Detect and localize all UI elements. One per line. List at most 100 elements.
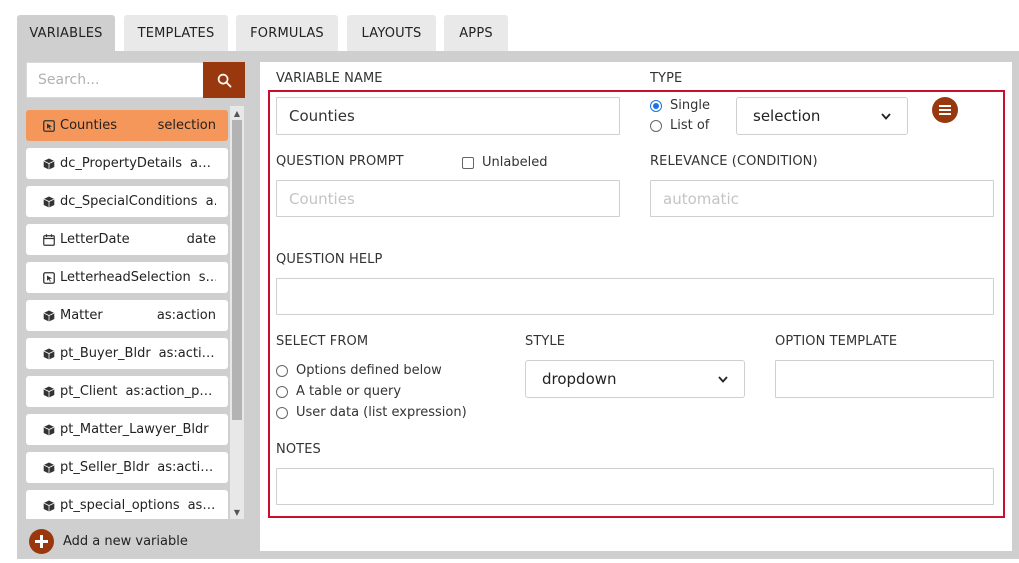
variable-list-item[interactable]: LetterheadSelection s... [26,262,228,293]
search-placeholder: Search... [38,72,100,88]
variable-type: as:... [187,498,216,513]
cube-icon [42,499,56,513]
unlabeled-label: Unlabeled [482,155,548,170]
tab-layouts[interactable]: LAYOUTS [347,15,436,52]
tab-templates[interactable]: TEMPLATES [124,15,228,52]
variable-type: as:... [189,156,216,171]
notes-input[interactable] [276,468,994,505]
cube-icon [42,461,56,475]
select-from-option-label: A table or query [296,384,402,399]
variable-name: dc_SpecialConditions [60,194,198,209]
chevron-down-icon [718,375,728,383]
variable-list-item[interactable]: pt_special_options as:... [26,490,228,519]
variable-name-input[interactable]: Counties [276,97,620,135]
tab-formulas[interactable]: FORMULAS [236,15,338,52]
relevance-input[interactable]: automatic [650,180,994,217]
question-prompt-label: QUESTION PROMPT [276,154,404,169]
menu-button[interactable] [932,97,958,123]
variable-type: as:action [156,308,216,323]
variable-type: as:actio... [157,460,216,475]
plus-icon [29,528,54,554]
menu-icon [939,105,951,115]
question-help-label: QUESTION HELP [276,252,383,267]
type-list-label: List of [670,118,710,133]
tab-label: FORMULAS [250,26,324,41]
variable-list-item[interactable]: LetterDate date [26,224,228,255]
variable-list-item[interactable]: dc_SpecialConditions a.. [26,186,228,217]
question-prompt-placeholder: Counties [289,189,355,208]
variable-list-item[interactable]: pt_Matter_Lawyer_Bldra [26,414,228,445]
variable-type: s... [198,270,216,285]
tab-apps[interactable]: APPS [444,15,508,52]
type-single-label: Single [670,98,710,113]
variable-name: LetterheadSelection [60,270,191,285]
radio-icon[interactable] [276,385,288,398]
variable-name-label: VARIABLE NAME [276,71,383,86]
search-input[interactable]: Search... [26,62,204,98]
variable-name: Counties [60,118,117,133]
variable-name: pt_Client [60,384,118,399]
variable-type: a [209,422,217,437]
select-from-label: SELECT FROM [276,334,369,349]
type-label: TYPE [650,71,683,86]
tab-label: TEMPLATES [137,26,215,41]
select-from-user-data[interactable]: User data (list expression) [276,405,467,420]
radio-icon[interactable] [650,119,662,132]
variable-type: a.. [205,194,216,209]
variable-list-item[interactable]: pt_Buyer_Bldr as:actio... [26,338,228,369]
style-select-value: dropdown [542,370,617,388]
variable-name: pt_Buyer_Bldr [60,346,151,361]
search-button[interactable] [203,62,245,98]
radio-icon[interactable] [276,406,288,419]
search-icon [217,73,231,87]
add-variable-button[interactable]: Add a new variable [29,528,188,554]
scroll-thumb[interactable] [232,120,242,420]
variable-type: as:action_pa... [125,384,216,399]
checkbox-icon[interactable] [462,156,474,169]
style-select[interactable]: dropdown [525,360,745,398]
cube-icon [42,385,56,399]
variable-list: Counties selection dc_PropertyDetails as:..… [26,106,244,519]
scrollbar[interactable]: ▲ ▼ [230,106,244,519]
unlabeled-checkbox[interactable]: Unlabeled [462,155,547,170]
variable-name: Matter [60,308,103,323]
cube-icon [42,309,56,323]
select-from-table-query[interactable]: A table or query [276,384,401,399]
variable-name: pt_Matter_Lawyer_Bldr [60,422,209,437]
scroll-down-icon[interactable]: ▼ [230,505,244,519]
variable-list-item[interactable]: pt_Client as:action_pa... [26,376,228,407]
calendar-icon [42,233,56,247]
radio-icon[interactable] [276,364,288,377]
type-select[interactable]: selection [736,97,908,135]
radio-icon[interactable] [650,99,662,112]
type-list-option[interactable]: List of [650,118,709,133]
add-variable-label: Add a new variable [63,533,188,549]
relevance-label: RELEVANCE (CONDITION) [650,154,818,169]
scroll-up-icon[interactable]: ▲ [230,106,244,120]
tab-variables[interactable]: VARIABLES [17,15,115,52]
cube-icon [42,423,56,437]
variable-list-item[interactable]: Matter as:action [26,300,228,331]
selection-icon [42,271,56,285]
variable-name-value: Counties [289,107,355,125]
notes-label: NOTES [276,442,321,457]
tab-label: VARIABLES [29,26,103,41]
type-single-option[interactable]: Single [650,98,710,113]
cube-icon [42,195,56,209]
question-help-input[interactable] [276,278,994,315]
tab-label: LAYOUTS [361,26,422,41]
variable-list-item[interactable]: Counties selection [26,110,228,141]
option-template-label: OPTION TEMPLATE [775,334,898,349]
variable-list-item[interactable]: dc_PropertyDetails as:... [26,148,228,179]
option-template-input[interactable] [775,360,994,398]
cube-icon [42,347,56,361]
variable-list-item[interactable]: pt_Seller_Bldr as:actio... [26,452,228,483]
select-from-options-defined[interactable]: Options defined below [276,363,442,378]
variable-name: pt_special_options [60,498,180,513]
selection-icon [42,119,56,133]
select-from-option-label: User data (list expression) [296,405,467,420]
relevance-placeholder: automatic [663,189,739,208]
style-label: STYLE [525,334,566,349]
question-prompt-input[interactable]: Counties [276,180,620,217]
select-from-option-label: Options defined below [296,363,442,378]
